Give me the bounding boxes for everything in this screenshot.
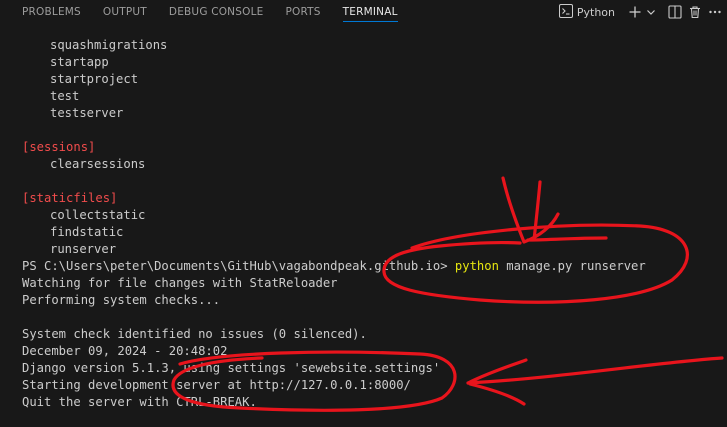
shell-prompt: PS C:\Users\peter\Documents\GitHub\vagab… (22, 259, 448, 273)
tab-problems[interactable]: PROBLEMS (0, 0, 92, 24)
terminal-selector[interactable]: Python (556, 3, 619, 21)
plus-icon (628, 5, 642, 19)
terminal-line: squashmigrations (50, 38, 168, 52)
section-header-sessions: [sessions] (22, 140, 96, 154)
panel-actions: Python (556, 0, 727, 24)
output-line: December 09, 2024 - 20:48:02 (22, 344, 228, 358)
terminal-line: runserver (50, 242, 117, 256)
new-terminal-button[interactable] (625, 2, 645, 22)
output-line: Django version 5.1.3, using settings 'se… (22, 361, 441, 375)
output-line: Starting development server at http://12… (22, 378, 411, 392)
more-actions-button[interactable] (705, 2, 725, 22)
section-header-staticfiles: [staticfiles] (22, 191, 118, 205)
kill-terminal-button[interactable] (685, 2, 705, 22)
trash-icon (688, 5, 702, 19)
output-line: Quit the server with CTRL-BREAK. (22, 395, 257, 409)
command-args: manage.py runserver (506, 259, 646, 273)
output-line: Watching for file changes with StatReloa… (22, 276, 338, 290)
tab-output[interactable]: OUTPUT (92, 0, 158, 24)
chevron-down-icon (646, 7, 656, 17)
terminal-line: findstatic (50, 225, 124, 239)
launch-profile-button[interactable] (645, 2, 657, 22)
command-name: python (454, 259, 499, 273)
split-icon (668, 5, 682, 19)
terminal-icon (558, 3, 573, 21)
terminal-panel: PROBLEMS OUTPUT DEBUG CONSOLE PORTS TERM… (0, 0, 727, 427)
tab-ports[interactable]: PORTS (274, 0, 331, 24)
terminal-line: test (50, 89, 80, 103)
tab-terminal[interactable]: TERMINAL (332, 0, 409, 24)
terminal-line: testserver (50, 106, 124, 120)
terminal-line: collectstatic (50, 208, 146, 222)
output-line: Performing system checks... (22, 293, 221, 307)
terminal-name: Python (576, 5, 615, 19)
split-terminal-button[interactable] (665, 2, 685, 22)
more-icon (708, 5, 722, 19)
output-line: System check identified no issues (0 sil… (22, 327, 367, 341)
terminal-line: startapp (50, 55, 109, 69)
tab-debug-console[interactable]: DEBUG CONSOLE (158, 0, 275, 24)
terminal-line: clearsessions (50, 157, 146, 171)
command-line: PS C:\Users\peter\Documents\GitHub\vagab… (22, 258, 646, 275)
terminal-line: startproject (50, 72, 139, 86)
terminal-output[interactable]: squashmigrations startapp startproject t… (0, 37, 727, 427)
